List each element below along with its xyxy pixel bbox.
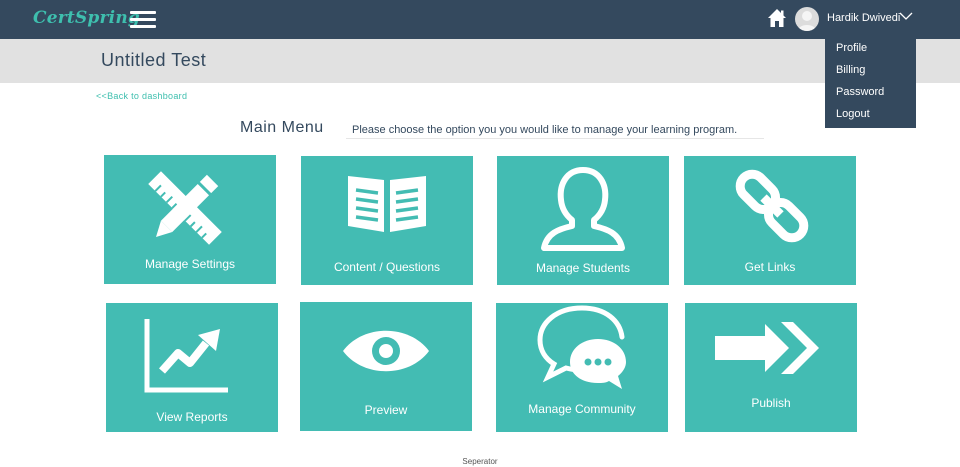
tile-label: Preview xyxy=(364,403,408,417)
line-chart-icon xyxy=(144,319,228,393)
logo[interactable]: CertSpring xyxy=(33,8,140,28)
menu-item-password[interactable]: Password xyxy=(825,81,916,103)
open-book-icon xyxy=(348,176,426,232)
tile-label: Content / Questions xyxy=(333,260,441,274)
home-icon[interactable] xyxy=(767,8,787,28)
user-avatar-icon[interactable] xyxy=(795,7,819,31)
manage-settings-tile[interactable]: Manage Settings xyxy=(104,155,276,284)
manage-students-tile[interactable]: Manage Students xyxy=(497,156,669,285)
top-navbar: CertSpring Hardik Dwivedi xyxy=(0,0,960,39)
page-title: Untitled Test xyxy=(101,50,207,70)
tile-label: Publish xyxy=(751,396,791,410)
separator-text: Seperator xyxy=(462,457,498,466)
tile-label: Manage Settings xyxy=(144,257,236,271)
person-icon xyxy=(541,167,625,251)
user-name[interactable]: Hardik Dwivedi xyxy=(827,12,900,24)
user-dropdown-menu: Profile Billing Password Logout xyxy=(825,36,916,128)
tile-label: View Reports xyxy=(156,410,228,424)
divider xyxy=(346,138,764,139)
menu-item-profile[interactable]: Profile xyxy=(825,37,916,59)
content-questions-tile[interactable]: Content / Questions xyxy=(301,156,473,285)
menu-item-logout[interactable]: Logout xyxy=(825,103,916,125)
arrow-right-icon xyxy=(715,322,819,374)
eye-icon xyxy=(343,330,429,372)
menu-item-billing[interactable]: Billing xyxy=(825,59,916,81)
get-links-tile[interactable]: Get Links xyxy=(684,156,856,285)
manage-community-tile[interactable]: Manage Community xyxy=(496,303,668,432)
main-menu-title: Main Menu xyxy=(240,119,324,136)
tile-label: Get Links xyxy=(744,260,796,274)
main-menu-description: Please choose the option you you would l… xyxy=(352,124,738,136)
back-to-dashboard-link[interactable]: <<Back to dashboard xyxy=(96,91,187,101)
view-reports-tile[interactable]: View Reports xyxy=(106,303,278,432)
preview-tile[interactable]: Preview xyxy=(300,302,472,431)
hamburger-icon[interactable] xyxy=(130,11,156,29)
link-icon xyxy=(735,169,809,243)
publish-tile[interactable]: Publish xyxy=(685,303,857,432)
tile-label: Manage Students xyxy=(535,261,631,275)
pencil-ruler-icon xyxy=(148,171,222,245)
tile-label: Manage Community xyxy=(528,402,636,416)
chat-bubbles-icon xyxy=(537,305,626,389)
chevron-down-icon[interactable] xyxy=(899,11,913,21)
